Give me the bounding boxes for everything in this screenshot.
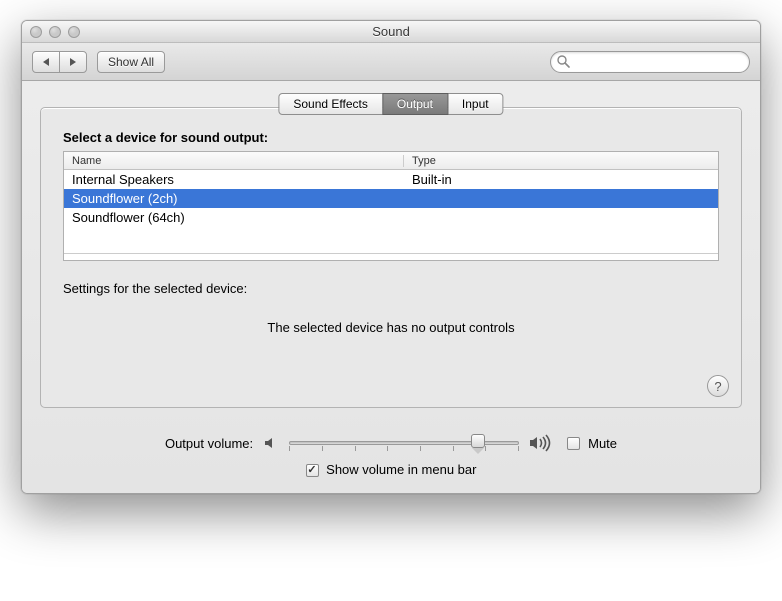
output-volume-label: Output volume: <box>165 436 253 451</box>
search-input[interactable] <box>550 51 750 73</box>
show-volume-menubar-label: Show volume in menu bar <box>326 462 476 477</box>
mute-control[interactable]: Mute <box>567 436 617 451</box>
zoom-window-button[interactable] <box>68 26 80 38</box>
speaker-max-icon <box>529 434 551 452</box>
chevron-right-icon <box>70 58 76 66</box>
search-field-container <box>550 51 750 73</box>
titlebar: Sound <box>22 21 760 43</box>
back-button[interactable] <box>32 51 60 73</box>
tab-input[interactable]: Input <box>447 93 504 115</box>
device-name: Soundflower (2ch) <box>64 191 404 206</box>
no-output-controls-message: The selected device has no output contro… <box>63 320 719 335</box>
select-device-label: Select a device for sound output: <box>63 130 719 145</box>
search-icon <box>557 55 570 68</box>
show-all-button[interactable]: Show All <box>97 51 165 73</box>
show-volume-menubar-row: Show volume in menu bar <box>40 462 742 477</box>
settings-for-device-label: Settings for the selected device: <box>63 281 719 296</box>
content-area: Sound Effects Output Input Select a devi… <box>22 81 760 493</box>
show-volume-menubar-control[interactable]: Show volume in menu bar <box>306 462 477 477</box>
close-window-button[interactable] <box>30 26 42 38</box>
help-button[interactable]: ? <box>707 375 729 397</box>
minimize-window-button[interactable] <box>49 26 61 38</box>
device-row[interactable]: Soundflower (2ch) <box>64 189 718 208</box>
mute-checkbox[interactable] <box>567 437 580 450</box>
output-volume-row: Output volume: Mute <box>40 434 742 452</box>
window-controls <box>30 26 80 38</box>
tab-sound-effects[interactable]: Sound Effects <box>278 93 383 115</box>
tab-output[interactable]: Output <box>382 93 448 115</box>
mute-label: Mute <box>588 436 617 451</box>
volume-slider-thumb[interactable] <box>471 434 485 452</box>
device-row-partial <box>64 253 718 260</box>
forward-button[interactable] <box>59 51 87 73</box>
device-table: Name Type Internal Speakers Built-in Sou… <box>63 151 719 261</box>
column-header-name[interactable]: Name <box>64 155 404 167</box>
chevron-left-icon <box>43 58 49 66</box>
device-type: Built-in <box>404 172 718 187</box>
device-row-empty <box>64 227 718 246</box>
column-header-type[interactable]: Type <box>404 155 718 167</box>
speaker-min-icon <box>263 435 279 451</box>
preferences-window: Sound Show All Sound Effects Output Inpu… <box>21 20 761 494</box>
output-volume-slider[interactable] <box>289 434 519 452</box>
show-volume-menubar-checkbox[interactable] <box>306 464 319 477</box>
nav-buttons <box>32 51 87 73</box>
device-row[interactable]: Soundflower (64ch) <box>64 208 718 227</box>
device-name: Soundflower (64ch) <box>64 210 404 225</box>
device-table-header: Name Type <box>64 152 718 170</box>
device-name: Internal Speakers <box>64 172 404 187</box>
tab-bar: Sound Effects Output Input <box>278 93 503 115</box>
device-row[interactable]: Internal Speakers Built-in <box>64 170 718 189</box>
output-panel: Select a device for sound output: Name T… <box>40 107 742 408</box>
toolbar: Show All <box>22 43 760 81</box>
window-title: Sound <box>22 24 760 39</box>
